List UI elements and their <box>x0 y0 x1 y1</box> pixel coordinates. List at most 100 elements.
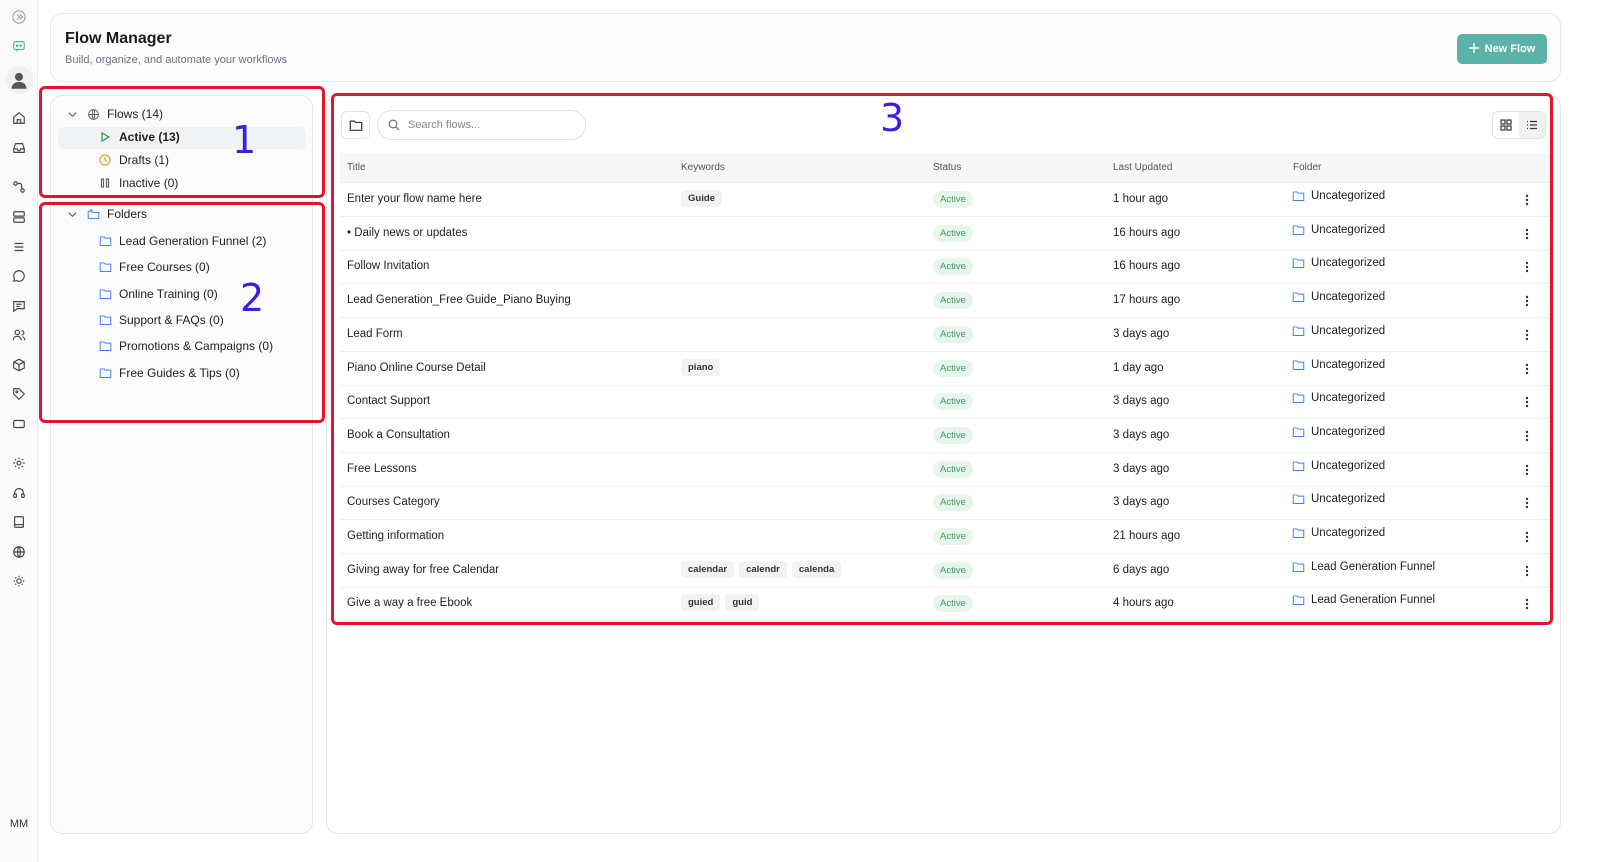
table-row[interactable]: Follow Invitation Active 16 hours ago Uncat… <box>340 250 1549 285</box>
home-icon[interactable] <box>9 108 29 128</box>
settings-icon[interactable] <box>9 453 29 473</box>
row-folder[interactable]: Uncategorized <box>1292 527 1385 539</box>
row-folder-label: Uncategorized <box>1311 190 1386 202</box>
row-folder[interactable]: Uncategorized <box>1292 493 1385 505</box>
row-title[interactable]: Lead Form <box>347 328 403 340</box>
search-box[interactable] <box>377 110 586 140</box>
more-options-icon[interactable] <box>1522 328 1532 342</box>
user-avatar-icon[interactable] <box>5 66 33 94</box>
tree-active[interactable]: Active (13) <box>98 130 180 144</box>
tree-drafts[interactable]: Drafts (1) <box>98 153 169 167</box>
folder-item[interactable]: Online Training (0) <box>98 287 218 301</box>
row-title[interactable]: Give a way a free Ebook <box>347 597 472 609</box>
header-last-updated[interactable]: Last Updated <box>1113 162 1173 173</box>
folder-toggle-button[interactable] <box>341 111 370 139</box>
book-icon[interactable] <box>9 512 29 532</box>
inbox-icon[interactable] <box>9 138 29 158</box>
flow-tree-panel <box>50 95 313 834</box>
row-title[interactable]: Enter your flow name here <box>347 193 482 205</box>
header-keywords[interactable]: Keywords <box>681 162 725 173</box>
folder-item[interactable]: Support & FAQs (0) <box>98 313 224 327</box>
more-options-icon[interactable] <box>1522 597 1532 611</box>
card-icon[interactable] <box>9 414 29 434</box>
table-row[interactable]: Lead Generation_Free Guide_Piano Buying A… <box>340 284 1549 319</box>
row-folder[interactable]: Uncategorized <box>1292 224 1385 236</box>
chat-bubble-icon[interactable] <box>9 266 29 286</box>
new-flow-button[interactable]: New Flow <box>1457 34 1547 64</box>
collapse-icon[interactable] <box>9 7 29 27</box>
row-title[interactable]: Getting information <box>347 530 444 542</box>
row-title[interactable]: Free Lessons <box>347 463 417 475</box>
more-options-icon[interactable] <box>1522 496 1532 510</box>
folder-item[interactable]: Free Courses (0) <box>98 260 210 274</box>
row-folder[interactable]: Uncategorized <box>1292 426 1385 438</box>
row-folder[interactable]: Uncategorized <box>1292 325 1385 337</box>
folder-item[interactable]: Free Guides & Tips (0) <box>98 366 240 380</box>
table-row[interactable]: • Daily news or updates Active 16 hours ag… <box>340 217 1549 251</box>
table-row[interactable]: Free Lessons Active 3 days ago Uncategorize… <box>340 453 1549 487</box>
tree-folders[interactable]: Folders <box>66 207 147 221</box>
table-row[interactable]: Getting information Active 21 hours ago Unc… <box>340 520 1549 554</box>
table-row[interactable]: Give a way a free Ebook guied guid Active 4 … <box>340 587 1549 622</box>
row-title[interactable]: Book a Consultation <box>347 429 450 441</box>
more-options-icon[interactable] <box>1522 294 1532 308</box>
more-options-icon[interactable] <box>1522 463 1532 477</box>
search-input[interactable] <box>408 119 568 131</box>
table-row[interactable]: Enter your flow name here Guide Active 1 ho… <box>340 183 1549 217</box>
table-row[interactable]: Piano Online Course Detail piano Active 1 d… <box>340 352 1549 386</box>
table-row[interactable]: Lead Form Active 3 days ago Uncategorized <box>340 318 1549 352</box>
layers-icon[interactable] <box>9 207 29 227</box>
cube-icon[interactable] <box>9 355 29 375</box>
chevron-down-icon[interactable] <box>66 208 78 220</box>
folder-item[interactable]: Promotions & Campaigns (0) <box>98 339 273 353</box>
theme-icon[interactable] <box>9 571 29 591</box>
globe-icon[interactable] <box>9 542 29 562</box>
list-view-icon[interactable] <box>1519 112 1545 138</box>
list-icon[interactable] <box>9 237 29 257</box>
row-folder[interactable]: Lead Generation Funnel <box>1292 594 1435 606</box>
user-initials[interactable]: MM <box>0 818 38 830</box>
row-folder[interactable]: Uncategorized <box>1292 291 1385 303</box>
row-title[interactable]: Courses Category <box>347 496 440 508</box>
more-options-icon[interactable] <box>1522 564 1532 578</box>
table-row[interactable]: Giving away for free Calendar calendar cal… <box>340 554 1549 588</box>
table-row[interactable]: Courses Category Active 3 days ago Uncatego… <box>340 486 1549 521</box>
users-icon[interactable] <box>9 325 29 345</box>
flow-icon[interactable] <box>9 177 29 197</box>
folders-icon <box>86 207 100 221</box>
tree-inactive[interactable]: Inactive (0) <box>98 176 178 190</box>
row-title[interactable]: Contact Support <box>347 395 430 407</box>
more-options-icon[interactable] <box>1522 227 1532 241</box>
more-options-icon[interactable] <box>1522 260 1532 274</box>
row-folder[interactable]: Uncategorized <box>1292 257 1385 269</box>
more-options-icon[interactable] <box>1522 395 1532 409</box>
row-title[interactable]: • Daily news or updates <box>347 227 467 239</box>
chevron-down-icon[interactable] <box>66 108 78 120</box>
grid-view-icon[interactable] <box>1493 112 1519 138</box>
more-options-icon[interactable] <box>1522 429 1532 443</box>
row-title[interactable]: Piano Online Course Detail <box>347 362 486 374</box>
row-folder[interactable]: Lead Generation Funnel <box>1292 561 1435 573</box>
row-title[interactable]: Follow Invitation <box>347 260 429 272</box>
tree-flows[interactable]: Flows (14) <box>66 107 163 121</box>
tag-icon[interactable] <box>9 384 29 404</box>
header-folder[interactable]: Folder <box>1293 162 1321 173</box>
header-status[interactable]: Status <box>933 162 961 173</box>
row-folder[interactable]: Uncategorized <box>1292 359 1385 371</box>
row-folder[interactable]: Uncategorized <box>1292 392 1385 404</box>
table-row[interactable]: Contact Support Active 3 days ago Uncategor… <box>340 385 1549 420</box>
row-title[interactable]: Giving away for free Calendar <box>347 564 499 576</box>
more-options-icon[interactable] <box>1522 530 1532 544</box>
more-options-icon[interactable] <box>1522 193 1532 207</box>
table-row[interactable]: Book a Consultation Active 3 days ago Uncat… <box>340 419 1549 453</box>
folder-icon <box>98 339 112 353</box>
row-title[interactable]: Lead Generation_Free Guide_Piano Buying <box>347 294 571 306</box>
row-folder[interactable]: Uncategorized <box>1292 460 1385 472</box>
more-options-icon[interactable] <box>1522 362 1532 376</box>
message-icon[interactable] <box>9 296 29 316</box>
chat-bot-icon[interactable] <box>9 36 29 56</box>
header-title[interactable]: Title <box>347 162 366 173</box>
folder-item[interactable]: Lead Generation Funnel (2) <box>98 234 266 248</box>
headset-icon[interactable] <box>9 483 29 503</box>
row-folder[interactable]: Uncategorized <box>1292 190 1385 202</box>
